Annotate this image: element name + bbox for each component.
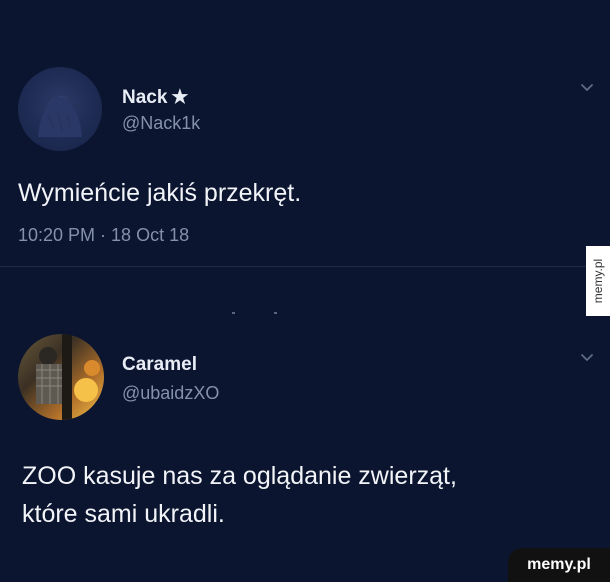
display-name[interactable]: Caramel — [122, 354, 197, 376]
display-name-text: Nack — [122, 87, 168, 108]
corner-watermark: memy.pl — [508, 548, 610, 582]
user-handle[interactable]: @Nack1k — [122, 113, 200, 134]
star-icon: ★ — [171, 87, 189, 108]
avatar-photo-icon — [36, 334, 100, 420]
tweet-text: Wymieńcie jakiś przekręt. — [18, 179, 302, 207]
avatar[interactable] — [18, 334, 104, 420]
display-name[interactable]: Nack ★ — [122, 86, 188, 109]
tweet-text-line: które sami ukradli. — [22, 499, 225, 528]
tweet-text: ZOO kasuje nas za oglądanie zwierząt, kt… — [22, 458, 457, 533]
divider — [0, 266, 590, 267]
side-watermark-text: memy.pl — [591, 258, 606, 304]
user-handle[interactable]: @ubaidzXO — [122, 383, 219, 404]
chevron-down-icon[interactable] — [580, 350, 594, 364]
avatar[interactable] — [18, 67, 102, 151]
avatar-silhouette-icon — [38, 95, 82, 137]
timestamp[interactable]: 10:20 PM · 18 Oct 18 — [18, 225, 189, 246]
chevron-down-icon[interactable] — [580, 80, 594, 94]
side-watermark: memy.pl — [586, 246, 610, 316]
dot — [232, 312, 235, 314]
tweet-text-line: ZOO kasuje nas za oglądanie zwierząt, — [22, 462, 457, 490]
dot — [274, 312, 277, 314]
